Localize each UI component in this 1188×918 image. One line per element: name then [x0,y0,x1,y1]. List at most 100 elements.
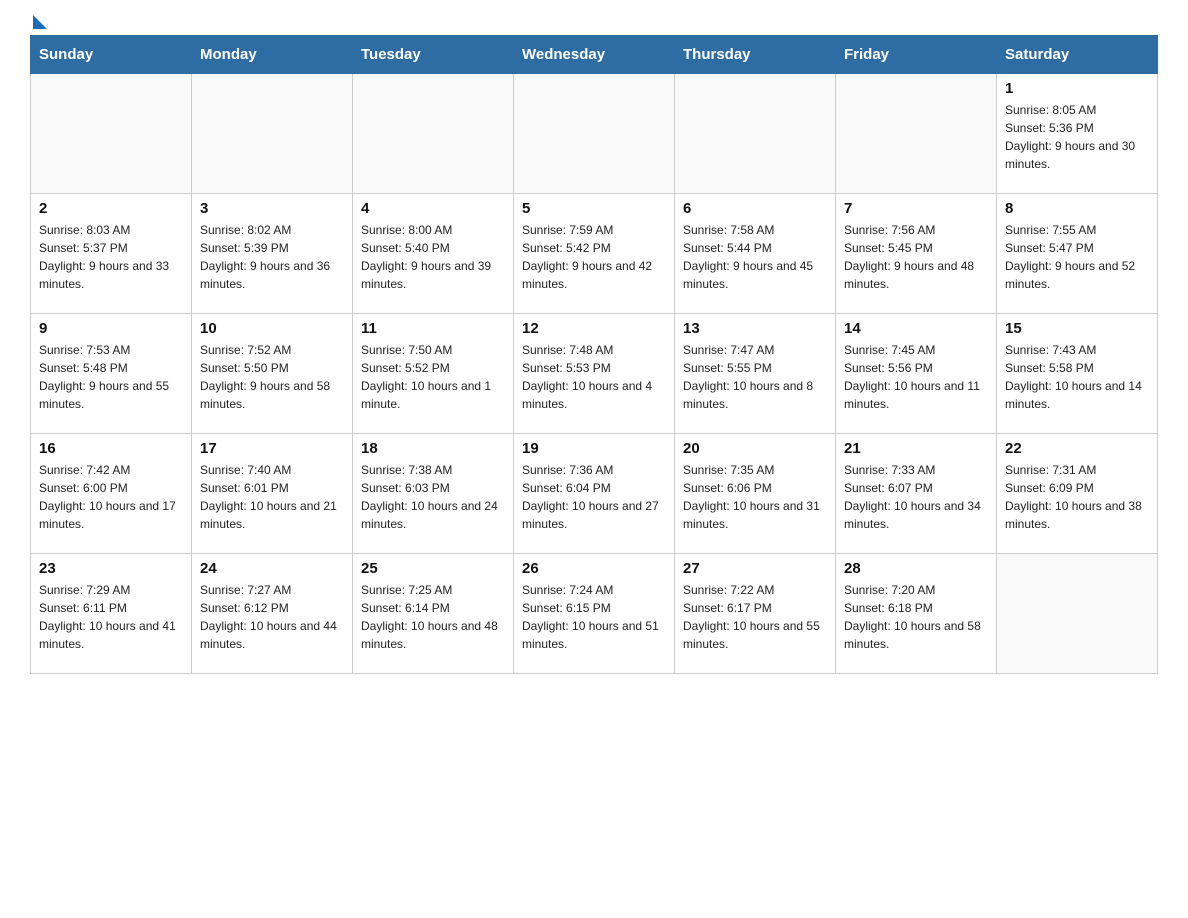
day-info: Sunrise: 7:27 AM Sunset: 6:12 PM Dayligh… [200,581,344,653]
calendar-cell [997,554,1158,674]
day-info: Sunrise: 8:02 AM Sunset: 5:39 PM Dayligh… [200,221,344,293]
day-info: Sunrise: 7:43 AM Sunset: 5:58 PM Dayligh… [1005,341,1149,413]
calendar-cell: 18Sunrise: 7:38 AM Sunset: 6:03 PM Dayli… [353,434,514,554]
day-info: Sunrise: 7:35 AM Sunset: 6:06 PM Dayligh… [683,461,827,533]
weekday-header-monday: Monday [192,36,353,74]
day-number: 2 [39,200,183,217]
week-row-1: 1 Sunrise: 8:05 AM Sunset: 5:36 PM Daylig… [31,74,1158,194]
week-row-5: 23Sunrise: 7:29 AM Sunset: 6:11 PM Dayli… [31,554,1158,674]
calendar-cell: 12 Sunrise: 7:48 AM Sunset: 5:53 PM Dayli… [514,314,675,434]
weekday-header-row: SundayMondayTuesdayWednesdayThursdayFrid… [31,36,1158,74]
weekday-header-friday: Friday [836,36,997,74]
day-number: 15 [1005,320,1149,337]
day-info: Sunrise: 7:48 AM Sunset: 5:53 PM Dayligh… [522,341,666,413]
calendar-cell: 3 Sunrise: 8:02 AM Sunset: 5:39 PM Daylig… [192,194,353,314]
day-number: 6 [683,200,827,217]
day-number: 27 [683,560,827,577]
calendar-cell: 7 Sunrise: 7:56 AM Sunset: 5:45 PM Daylig… [836,194,997,314]
day-number: 7 [844,200,988,217]
day-info: Sunrise: 7:55 AM Sunset: 5:47 PM Dayligh… [1005,221,1149,293]
day-number: 14 [844,320,988,337]
day-number: 8 [1005,200,1149,217]
calendar-cell: 21 Sunrise: 7:33 AM Sunset: 6:07 PM Dayli… [836,434,997,554]
calendar-cell: 16Sunrise: 7:42 AM Sunset: 6:00 PM Dayli… [31,434,192,554]
calendar-cell: 2 Sunrise: 8:03 AM Sunset: 5:37 PM Daylig… [31,194,192,314]
calendar-cell: 11 Sunrise: 7:50 AM Sunset: 5:52 PM Dayli… [353,314,514,434]
day-info: Sunrise: 7:47 AM Sunset: 5:55 PM Dayligh… [683,341,827,413]
day-info: Sunrise: 7:52 AM Sunset: 5:50 PM Dayligh… [200,341,344,413]
calendar-cell: 1 Sunrise: 8:05 AM Sunset: 5:36 PM Daylig… [997,74,1158,194]
calendar-table: SundayMondayTuesdayWednesdayThursdayFrid… [30,35,1158,674]
day-number: 11 [361,320,505,337]
day-number: 19 [522,440,666,457]
day-info: Sunrise: 8:00 AM Sunset: 5:40 PM Dayligh… [361,221,505,293]
calendar-cell: 28 Sunrise: 7:20 AM Sunset: 6:18 PM Dayli… [836,554,997,674]
week-row-3: 9 Sunrise: 7:53 AM Sunset: 5:48 PM Daylig… [31,314,1158,434]
calendar-cell: 27 Sunrise: 7:22 AM Sunset: 6:17 PM Dayli… [675,554,836,674]
day-info: Sunrise: 7:50 AM Sunset: 5:52 PM Dayligh… [361,341,505,413]
calendar-cell: 9 Sunrise: 7:53 AM Sunset: 5:48 PM Daylig… [31,314,192,434]
calendar-cell: 15 Sunrise: 7:43 AM Sunset: 5:58 PM Dayli… [997,314,1158,434]
day-number: 28 [844,560,988,577]
day-info: Sunrise: 8:05 AM Sunset: 5:36 PM Dayligh… [1005,101,1149,173]
calendar-cell: 24 Sunrise: 7:27 AM Sunset: 6:12 PM Dayli… [192,554,353,674]
calendar-cell: 8 Sunrise: 7:55 AM Sunset: 5:47 PM Daylig… [997,194,1158,314]
calendar-cell [836,74,997,194]
logo-triangle-icon [33,15,47,29]
day-info: Sunrise: 7:20 AM Sunset: 6:18 PM Dayligh… [844,581,988,653]
day-number: 17 [200,440,344,457]
weekday-header-wednesday: Wednesday [514,36,675,74]
day-number: 3 [200,200,344,217]
day-number: 1 [1005,80,1149,97]
day-number: 5 [522,200,666,217]
day-info: Sunrise: 7:40 AM Sunset: 6:01 PM Dayligh… [200,461,344,533]
day-info: Sunrise: 7:22 AM Sunset: 6:17 PM Dayligh… [683,581,827,653]
day-number: 24 [200,560,344,577]
day-number: 18 [361,440,505,457]
day-info: Sunrise: 7:36 AM Sunset: 6:04 PM Dayligh… [522,461,666,533]
calendar-cell: 19 Sunrise: 7:36 AM Sunset: 6:04 PM Dayli… [514,434,675,554]
logo [30,20,47,25]
calendar-cell [675,74,836,194]
weekday-header-saturday: Saturday [997,36,1158,74]
day-number: 20 [683,440,827,457]
day-number: 9 [39,320,183,337]
day-info: Sunrise: 7:24 AM Sunset: 6:15 PM Dayligh… [522,581,666,653]
calendar-cell: 6 Sunrise: 7:58 AM Sunset: 5:44 PM Daylig… [675,194,836,314]
day-info: Sunrise: 7:53 AM Sunset: 5:48 PM Dayligh… [39,341,183,413]
day-number: 4 [361,200,505,217]
weekday-header-sunday: Sunday [31,36,192,74]
day-number: 22 [1005,440,1149,457]
calendar-cell [514,74,675,194]
day-info: Sunrise: 7:33 AM Sunset: 6:07 PM Dayligh… [844,461,988,533]
weekday-header-tuesday: Tuesday [353,36,514,74]
calendar-cell: 14 Sunrise: 7:45 AM Sunset: 5:56 PM Dayli… [836,314,997,434]
day-info: Sunrise: 8:03 AM Sunset: 5:37 PM Dayligh… [39,221,183,293]
day-number: 21 [844,440,988,457]
day-info: Sunrise: 7:56 AM Sunset: 5:45 PM Dayligh… [844,221,988,293]
calendar-cell: 13 Sunrise: 7:47 AM Sunset: 5:55 PM Dayli… [675,314,836,434]
calendar-cell: 23Sunrise: 7:29 AM Sunset: 6:11 PM Dayli… [31,554,192,674]
calendar-cell: 20 Sunrise: 7:35 AM Sunset: 6:06 PM Dayli… [675,434,836,554]
calendar-cell: 22Sunrise: 7:31 AM Sunset: 6:09 PM Dayli… [997,434,1158,554]
calendar-cell: 4 Sunrise: 8:00 AM Sunset: 5:40 PM Daylig… [353,194,514,314]
calendar-cell [31,74,192,194]
day-number: 23 [39,560,183,577]
day-info: Sunrise: 7:42 AM Sunset: 6:00 PM Dayligh… [39,461,183,533]
week-row-4: 16Sunrise: 7:42 AM Sunset: 6:00 PM Dayli… [31,434,1158,554]
day-number: 10 [200,320,344,337]
calendar-cell [353,74,514,194]
week-row-2: 2 Sunrise: 8:03 AM Sunset: 5:37 PM Daylig… [31,194,1158,314]
weekday-header-thursday: Thursday [675,36,836,74]
calendar-cell: 25Sunrise: 7:25 AM Sunset: 6:14 PM Dayli… [353,554,514,674]
calendar-cell: 10 Sunrise: 7:52 AM Sunset: 5:50 PM Dayli… [192,314,353,434]
day-number: 25 [361,560,505,577]
calendar-cell [192,74,353,194]
day-number: 26 [522,560,666,577]
day-number: 13 [683,320,827,337]
page-header [30,20,1158,25]
calendar-cell: 17 Sunrise: 7:40 AM Sunset: 6:01 PM Dayli… [192,434,353,554]
day-info: Sunrise: 7:58 AM Sunset: 5:44 PM Dayligh… [683,221,827,293]
day-info: Sunrise: 7:45 AM Sunset: 5:56 PM Dayligh… [844,341,988,413]
day-number: 12 [522,320,666,337]
